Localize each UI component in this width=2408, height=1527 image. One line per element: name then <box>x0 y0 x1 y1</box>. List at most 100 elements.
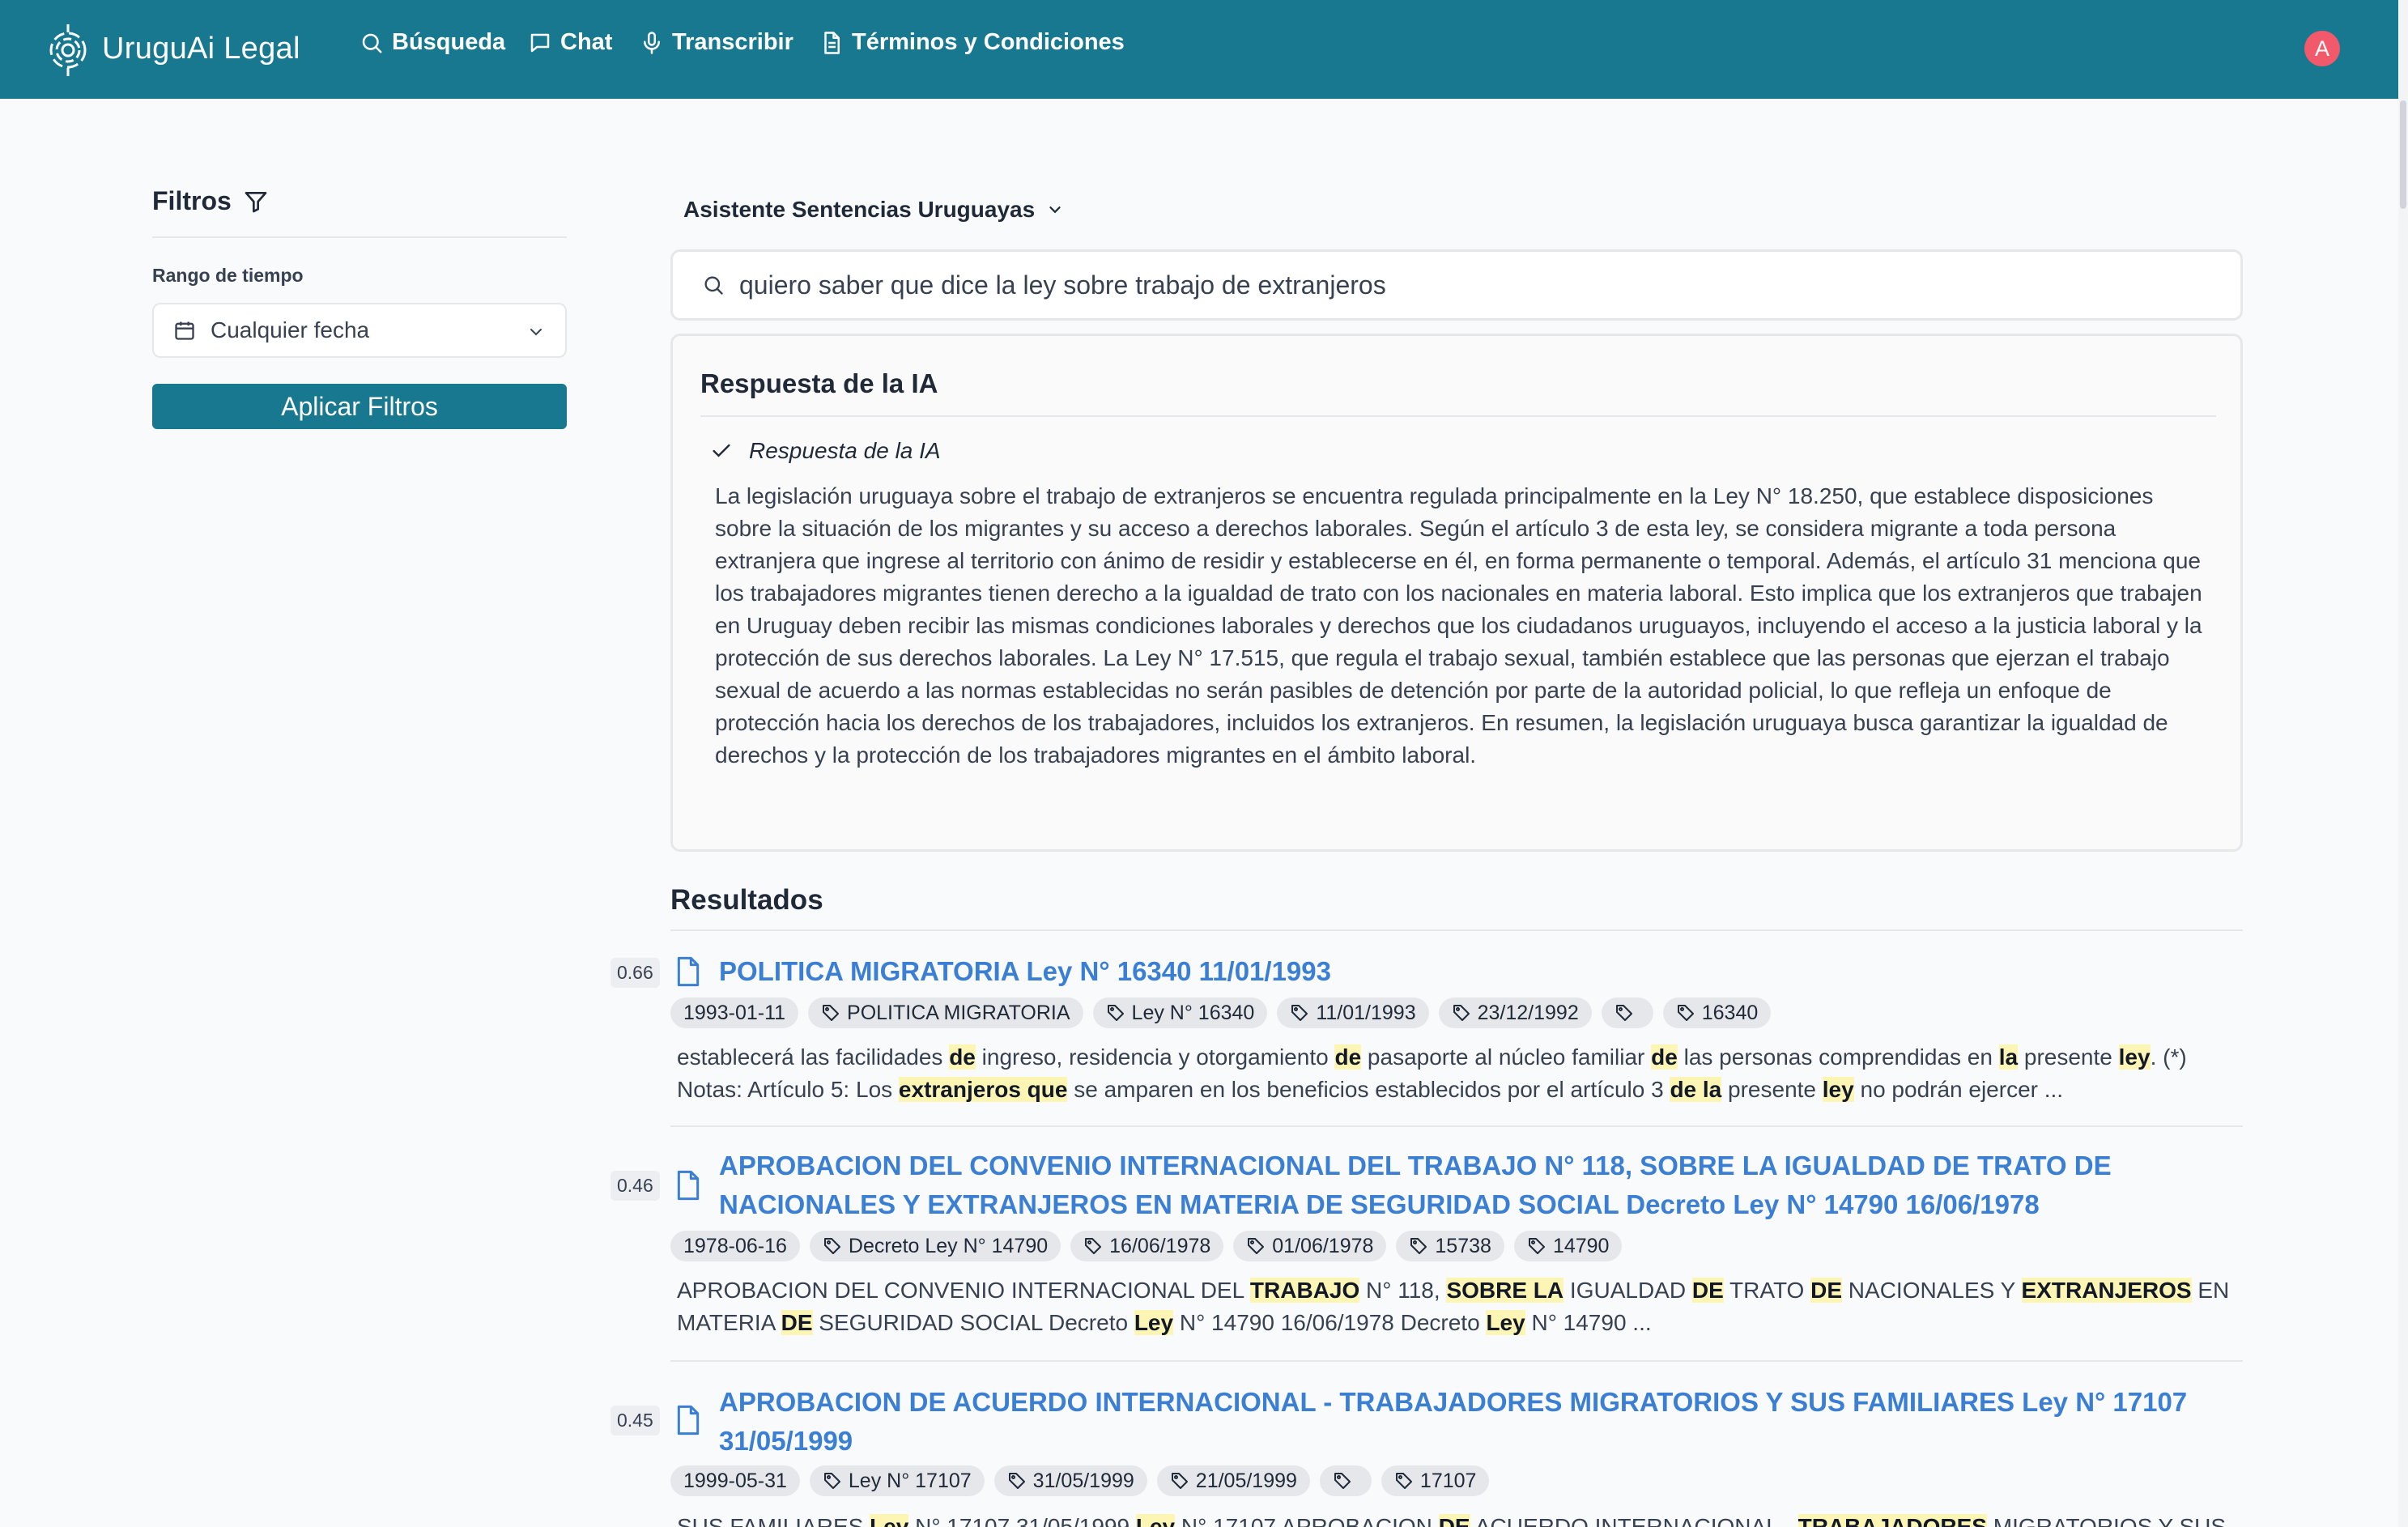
calendar-icon <box>175 321 194 340</box>
page-scrollbar[interactable] <box>2398 0 2408 1527</box>
highlighted-term: SOBRE LA <box>1446 1278 1564 1303</box>
ai-answer-status[interactable]: Respuesta de la IA <box>710 438 941 464</box>
nav-label: Transcribir <box>672 29 793 55</box>
highlighted-term: Ley <box>1486 1310 1525 1335</box>
highlighted-term: de <box>1334 1044 1362 1070</box>
date-tag[interactable]: 1999-05-31 <box>670 1465 800 1496</box>
brand[interactable]: UruguAi Legal <box>47 19 300 78</box>
relevance-score: 0.46 <box>611 1171 660 1201</box>
tag-label: 21/05/1999 <box>1195 1469 1297 1492</box>
tag-chip[interactable]: 16/06/1978 <box>1070 1231 1224 1261</box>
tag-chip[interactable]: POLITICA MIGRATORIA <box>808 997 1083 1028</box>
highlighted-term: de <box>949 1044 976 1070</box>
brand-logo-icon <box>49 24 87 76</box>
tag-icon <box>1334 1473 1351 1489</box>
tag-chip[interactable]: 17107 <box>1381 1465 1490 1496</box>
date-range-select[interactable]: Cualquier fecha <box>152 303 567 358</box>
result-title-link[interactable]: APROBACION DEL CONVENIO INTERNACIONAL DE… <box>719 1146 2241 1224</box>
chat-icon <box>530 33 550 52</box>
results-divider <box>670 929 2243 931</box>
tag-label: 15738 <box>1435 1234 1491 1257</box>
tag-chip[interactable]: 31/05/1999 <box>993 1465 1147 1496</box>
snippet-text: las personas comprendidas en <box>1677 1044 1999 1070</box>
nav-transcribir[interactable]: Transcribir <box>640 29 793 56</box>
tag-label: Ley N° 17107 <box>848 1469 972 1492</box>
result-tags: 1993-01-11 POLITICA MIGRATORIA Ley N° 16… <box>670 997 1780 1028</box>
result-tags: 1999-05-31 Ley N° 17107 31/05/1999 21/05… <box>670 1465 1499 1496</box>
tag-label: 01/06/1978 <box>1272 1234 1374 1257</box>
snippet-text: N° 17107 APROBACION <box>1175 1514 1439 1527</box>
snippet-text: APROBACION DEL CONVENIO INTERNACIONAL DE… <box>677 1278 1250 1303</box>
result-item: 0.45 APROBACION DE ACUERDO INTERNACIONAL… <box>602 1378 2243 1527</box>
tag-chip[interactable]: 01/06/1978 <box>1233 1231 1387 1261</box>
tag-label: Ley N° 16340 <box>1131 1001 1255 1024</box>
top-navbar: UruguAi Legal Búsqueda Chat Transcribir … <box>0 0 2398 99</box>
document-icon <box>677 1405 700 1436</box>
snippet-text: no podrán ejercer ... <box>1853 1077 2064 1102</box>
nav-terminos[interactable]: Términos y Condiciones <box>819 29 1125 56</box>
highlighted-term: ley <box>1822 1077 1854 1102</box>
tag-label: 31/05/1999 <box>1032 1469 1134 1492</box>
result-separator <box>670 1360 2243 1362</box>
nav-chat[interactable]: Chat <box>528 29 612 56</box>
assistant-selected: Asistente Sentencias Uruguayas <box>683 197 1036 222</box>
assistant-selector[interactable]: Asistente Sentencias Uruguayas <box>683 197 1064 223</box>
result-separator <box>670 1125 2243 1127</box>
document-icon <box>677 956 700 987</box>
snippet-text: ACUERDO INTERNACIONAL - <box>1470 1514 1798 1527</box>
apply-filters-button[interactable]: Aplicar Filtros <box>152 384 567 429</box>
snippet-text: N° 17107 31/05/1999 <box>908 1514 1136 1527</box>
tag-chip-empty[interactable] <box>1601 997 1653 1028</box>
search-input[interactable]: quiero saber que dice la ley sobre traba… <box>670 249 2243 321</box>
snippet-text: presente <box>1721 1077 1823 1102</box>
tag-chip[interactable]: 15738 <box>1396 1231 1504 1261</box>
check-icon <box>713 444 730 457</box>
highlighted-term: Ley <box>1135 1514 1176 1527</box>
tag-chip[interactable]: 23/12/1992 <box>1438 997 1592 1028</box>
tag-label: POLITICA MIGRATORIA <box>847 1001 1070 1024</box>
highlighted-term: DE <box>1691 1278 1724 1303</box>
tag-chip[interactable]: 21/05/1999 <box>1156 1465 1310 1496</box>
scrollbar-thumb[interactable] <box>2400 100 2406 209</box>
snippet-text: SEGURIDAD SOCIAL Decreto <box>812 1310 1134 1335</box>
user-avatar[interactable]: A <box>2304 31 2340 66</box>
tag-icon <box>1085 1238 1102 1254</box>
snippet-text: NACIONALES Y <box>1842 1278 2022 1303</box>
document-icon <box>824 31 840 54</box>
date-tag[interactable]: 1993-01-11 <box>670 997 799 1028</box>
filter-icon <box>245 191 267 212</box>
result-title-link[interactable]: POLITICA MIGRATORIA Ley N° 16340 11/01/1… <box>719 952 2241 991</box>
tag-label: 23/12/1992 <box>1477 1001 1579 1024</box>
date-tag[interactable]: 1978-06-16 <box>670 1231 800 1261</box>
tag-chip[interactable]: Ley N° 17107 <box>809 1465 985 1496</box>
tag-icon <box>1453 1005 1470 1021</box>
snippet-text: TRATO <box>1723 1278 1811 1303</box>
tag-icon <box>1107 1005 1124 1021</box>
search-icon <box>704 276 723 295</box>
ai-answer-divider <box>700 415 2216 417</box>
ai-answer-text: La legislación uruguaya sobre el trabajo… <box>715 483 2202 768</box>
highlighted-term: ley <box>2118 1044 2151 1070</box>
result-snippet: SUS FAMILIARES Ley N° 17107 31/05/1999 L… <box>677 1511 2231 1527</box>
tag-chip[interactable]: Decreto Ley N° 14790 <box>809 1231 1061 1261</box>
ai-answer-card: Respuesta de la IA Respuesta de la IA La… <box>670 334 2243 852</box>
tag-chip[interactable]: 14790 <box>1513 1231 1623 1261</box>
nav-label: Chat <box>560 29 613 55</box>
tag-chip[interactable]: 16340 <box>1662 997 1772 1028</box>
highlighted-term: DE <box>781 1310 813 1335</box>
tag-chip-empty[interactable] <box>1319 1465 1372 1496</box>
nav-label: Términos y Condiciones <box>852 29 1125 55</box>
result-item: 0.66 POLITICA MIGRATORIA Ley N° 16340 11… <box>602 947 2243 1127</box>
tag-icon <box>823 1005 840 1021</box>
nav-busqueda[interactable]: Búsqueda <box>359 29 505 56</box>
result-snippet: APROBACION DEL CONVENIO INTERNACIONAL DE… <box>677 1274 2231 1339</box>
ai-answer-title: Respuesta de la IA <box>700 368 938 398</box>
highlighted-term: TRABAJO <box>1249 1278 1360 1303</box>
tag-chip[interactable]: Ley N° 16340 <box>1092 997 1268 1028</box>
tag-chip[interactable]: 11/01/1993 <box>1277 997 1429 1028</box>
tag-label: Decreto Ley N° 14790 <box>848 1234 1049 1257</box>
snippet-text: SUS FAMILIARES <box>677 1514 870 1527</box>
result-title-link[interactable]: APROBACION DE ACUERDO INTERNACIONAL - TR… <box>719 1383 2241 1461</box>
snippet-text: IGUALDAD <box>1563 1278 1692 1303</box>
tag-icon <box>1528 1238 1545 1254</box>
